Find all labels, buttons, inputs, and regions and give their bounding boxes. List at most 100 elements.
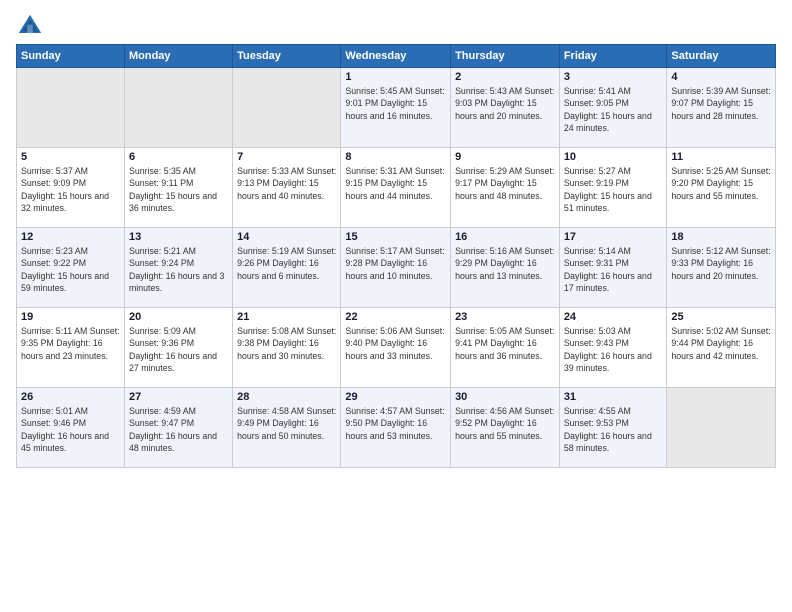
calendar-cell: 23 Sunrise: 5:05 AM Sunset: 9:41 PM Dayli… — [451, 308, 560, 388]
calendar-cell: 18 Sunrise: 5:12 AM Sunset: 9:33 PM Dayli… — [667, 228, 776, 308]
day-number: 8 — [345, 151, 446, 163]
calendar-cell: 8Sunrise: 5:31 AM Sunset: 9:15 PM Daylig… — [341, 148, 451, 228]
week-row-5: 26 Sunrise: 5:01 AM Sunset: 9:46 PM Dayli… — [17, 388, 776, 468]
day-info: Sunrise: 5:14 AM Sunset: 9:31 PM Dayligh… — [564, 245, 663, 294]
day-info: Sunrise: 4:56 AM Sunset: 9:52 PM Dayligh… — [455, 405, 555, 442]
day-number: 27 — [129, 391, 228, 403]
day-number: 16 — [455, 231, 555, 243]
calendar-cell: 17 Sunrise: 5:14 AM Sunset: 9:31 PM Dayli… — [559, 228, 667, 308]
day-number: 22 — [345, 311, 446, 323]
logo-icon — [16, 12, 44, 40]
day-number: 14 — [237, 231, 336, 243]
day-number: 20 — [129, 311, 228, 323]
day-info: Sunrise: 5:03 AM Sunset: 9:43 PM Dayligh… — [564, 325, 663, 374]
calendar-cell: 3 Sunrise: 5:41 AM Sunset: 9:05 PM Daylig… — [559, 68, 667, 148]
header-saturday: Saturday — [667, 45, 776, 68]
header-thursday: Thursday — [451, 45, 560, 68]
day-number: 19 — [21, 311, 120, 323]
calendar-cell: 24 Sunrise: 5:03 AM Sunset: 9:43 PM Dayli… — [559, 308, 667, 388]
day-info: Sunrise: 5:23 AM Sunset: 9:22 PM Dayligh… — [21, 245, 120, 294]
week-row-3: 12Sunrise: 5:23 AM Sunset: 9:22 PM Dayli… — [17, 228, 776, 308]
calendar-cell — [233, 68, 341, 148]
day-info: Sunrise: 5:39 AM Sunset: 9:07 PM Dayligh… — [671, 85, 771, 122]
day-info: Sunrise: 5:19 AM Sunset: 9:26 PM Dayligh… — [237, 245, 336, 282]
day-number: 3 — [564, 71, 663, 83]
day-number: 1 — [345, 71, 446, 83]
day-info: Sunrise: 5:17 AM Sunset: 9:28 PM Dayligh… — [345, 245, 446, 282]
day-number: 26 — [21, 391, 120, 403]
calendar-cell: 25 Sunrise: 5:02 AM Sunset: 9:44 PM Dayli… — [667, 308, 776, 388]
day-info: Sunrise: 5:11 AM Sunset: 9:35 PM Dayligh… — [21, 325, 120, 362]
day-info: Sunrise: 5:41 AM Sunset: 9:05 PM Dayligh… — [564, 85, 663, 134]
day-info: Sunrise: 5:08 AM Sunset: 9:38 PM Dayligh… — [237, 325, 336, 362]
day-number: 11 — [671, 151, 771, 163]
day-info: Sunrise: 5:01 AM Sunset: 9:46 PM Dayligh… — [21, 405, 120, 454]
day-number: 10 — [564, 151, 663, 163]
calendar-cell: 7 Sunrise: 5:33 AM Sunset: 9:13 PM Daylig… — [233, 148, 341, 228]
day-number: 23 — [455, 311, 555, 323]
day-number: 25 — [671, 311, 771, 323]
day-info: Sunrise: 5:25 AM Sunset: 9:20 PM Dayligh… — [671, 165, 771, 202]
day-number: 28 — [237, 391, 336, 403]
day-info: Sunrise: 5:45 AM Sunset: 9:01 PM Dayligh… — [345, 85, 446, 122]
calendar-cell: 11 Sunrise: 5:25 AM Sunset: 9:20 PM Dayli… — [667, 148, 776, 228]
day-info: Sunrise: 5:35 AM Sunset: 9:11 PM Dayligh… — [129, 165, 228, 214]
day-info: Sunrise: 5:21 AM Sunset: 9:24 PM Dayligh… — [129, 245, 228, 294]
day-number: 7 — [237, 151, 336, 163]
calendar-cell: 21Sunrise: 5:08 AM Sunset: 9:38 PM Dayli… — [233, 308, 341, 388]
week-row-2: 5Sunrise: 5:37 AM Sunset: 9:09 PM Daylig… — [17, 148, 776, 228]
header-wednesday: Wednesday — [341, 45, 451, 68]
header — [16, 12, 776, 40]
week-row-1: 1 Sunrise: 5:45 AM Sunset: 9:01 PM Daylig… — [17, 68, 776, 148]
day-number: 5 — [21, 151, 120, 163]
calendar-cell: 29 Sunrise: 4:57 AM Sunset: 9:50 PM Dayli… — [341, 388, 451, 468]
calendar-header-row: SundayMondayTuesdayWednesdayThursdayFrid… — [17, 45, 776, 68]
day-info: Sunrise: 5:12 AM Sunset: 9:33 PM Dayligh… — [671, 245, 771, 282]
day-info: Sunrise: 4:57 AM Sunset: 9:50 PM Dayligh… — [345, 405, 446, 442]
calendar-cell: 6 Sunrise: 5:35 AM Sunset: 9:11 PM Daylig… — [124, 148, 232, 228]
day-number: 24 — [564, 311, 663, 323]
calendar-table: SundayMondayTuesdayWednesdayThursdayFrid… — [16, 44, 776, 468]
day-number: 2 — [455, 71, 555, 83]
calendar-cell: 4 Sunrise: 5:39 AM Sunset: 9:07 PM Daylig… — [667, 68, 776, 148]
calendar-cell: 13Sunrise: 5:21 AM Sunset: 9:24 PM Dayli… — [124, 228, 232, 308]
header-monday: Monday — [124, 45, 232, 68]
day-info: Sunrise: 5:33 AM Sunset: 9:13 PM Dayligh… — [237, 165, 336, 202]
day-number: 15 — [345, 231, 446, 243]
day-number: 6 — [129, 151, 228, 163]
day-info: Sunrise: 5:16 AM Sunset: 9:29 PM Dayligh… — [455, 245, 555, 282]
calendar-cell — [124, 68, 232, 148]
logo — [16, 12, 48, 40]
calendar-cell: 28 Sunrise: 4:58 AM Sunset: 9:49 PM Dayli… — [233, 388, 341, 468]
calendar-cell: 31Sunrise: 4:55 AM Sunset: 9:53 PM Dayli… — [559, 388, 667, 468]
calendar-cell: 14 Sunrise: 5:19 AM Sunset: 9:26 PM Dayli… — [233, 228, 341, 308]
day-number: 29 — [345, 391, 446, 403]
day-info: Sunrise: 4:58 AM Sunset: 9:49 PM Dayligh… — [237, 405, 336, 442]
calendar-cell: 1 Sunrise: 5:45 AM Sunset: 9:01 PM Daylig… — [341, 68, 451, 148]
calendar-cell: 15 Sunrise: 5:17 AM Sunset: 9:28 PM Dayli… — [341, 228, 451, 308]
day-info: Sunrise: 5:29 AM Sunset: 9:17 PM Dayligh… — [455, 165, 555, 202]
day-info: Sunrise: 4:59 AM Sunset: 9:47 PM Dayligh… — [129, 405, 228, 454]
header-friday: Friday — [559, 45, 667, 68]
calendar-cell: 9 Sunrise: 5:29 AM Sunset: 9:17 PM Daylig… — [451, 148, 560, 228]
day-info: Sunrise: 5:43 AM Sunset: 9:03 PM Dayligh… — [455, 85, 555, 122]
page-container: SundayMondayTuesdayWednesdayThursdayFrid… — [0, 0, 792, 476]
day-number: 4 — [671, 71, 771, 83]
day-number: 17 — [564, 231, 663, 243]
header-sunday: Sunday — [17, 45, 125, 68]
day-number: 18 — [671, 231, 771, 243]
calendar-cell: 10 Sunrise: 5:27 AM Sunset: 9:19 PM Dayli… — [559, 148, 667, 228]
day-info: Sunrise: 5:27 AM Sunset: 9:19 PM Dayligh… — [564, 165, 663, 214]
calendar-cell: 2 Sunrise: 5:43 AM Sunset: 9:03 PM Daylig… — [451, 68, 560, 148]
day-info: Sunrise: 5:02 AM Sunset: 9:44 PM Dayligh… — [671, 325, 771, 362]
calendar-cell: 12Sunrise: 5:23 AM Sunset: 9:22 PM Dayli… — [17, 228, 125, 308]
calendar-cell — [17, 68, 125, 148]
day-number: 9 — [455, 151, 555, 163]
calendar-cell: 26 Sunrise: 5:01 AM Sunset: 9:46 PM Dayli… — [17, 388, 125, 468]
calendar-cell: 16 Sunrise: 5:16 AM Sunset: 9:29 PM Dayli… — [451, 228, 560, 308]
calendar-cell: 19 Sunrise: 5:11 AM Sunset: 9:35 PM Dayli… — [17, 308, 125, 388]
calendar-cell: 5Sunrise: 5:37 AM Sunset: 9:09 PM Daylig… — [17, 148, 125, 228]
calendar-cell: 22 Sunrise: 5:06 AM Sunset: 9:40 PM Dayli… — [341, 308, 451, 388]
day-info: Sunrise: 5:06 AM Sunset: 9:40 PM Dayligh… — [345, 325, 446, 362]
day-info: Sunrise: 5:05 AM Sunset: 9:41 PM Dayligh… — [455, 325, 555, 362]
